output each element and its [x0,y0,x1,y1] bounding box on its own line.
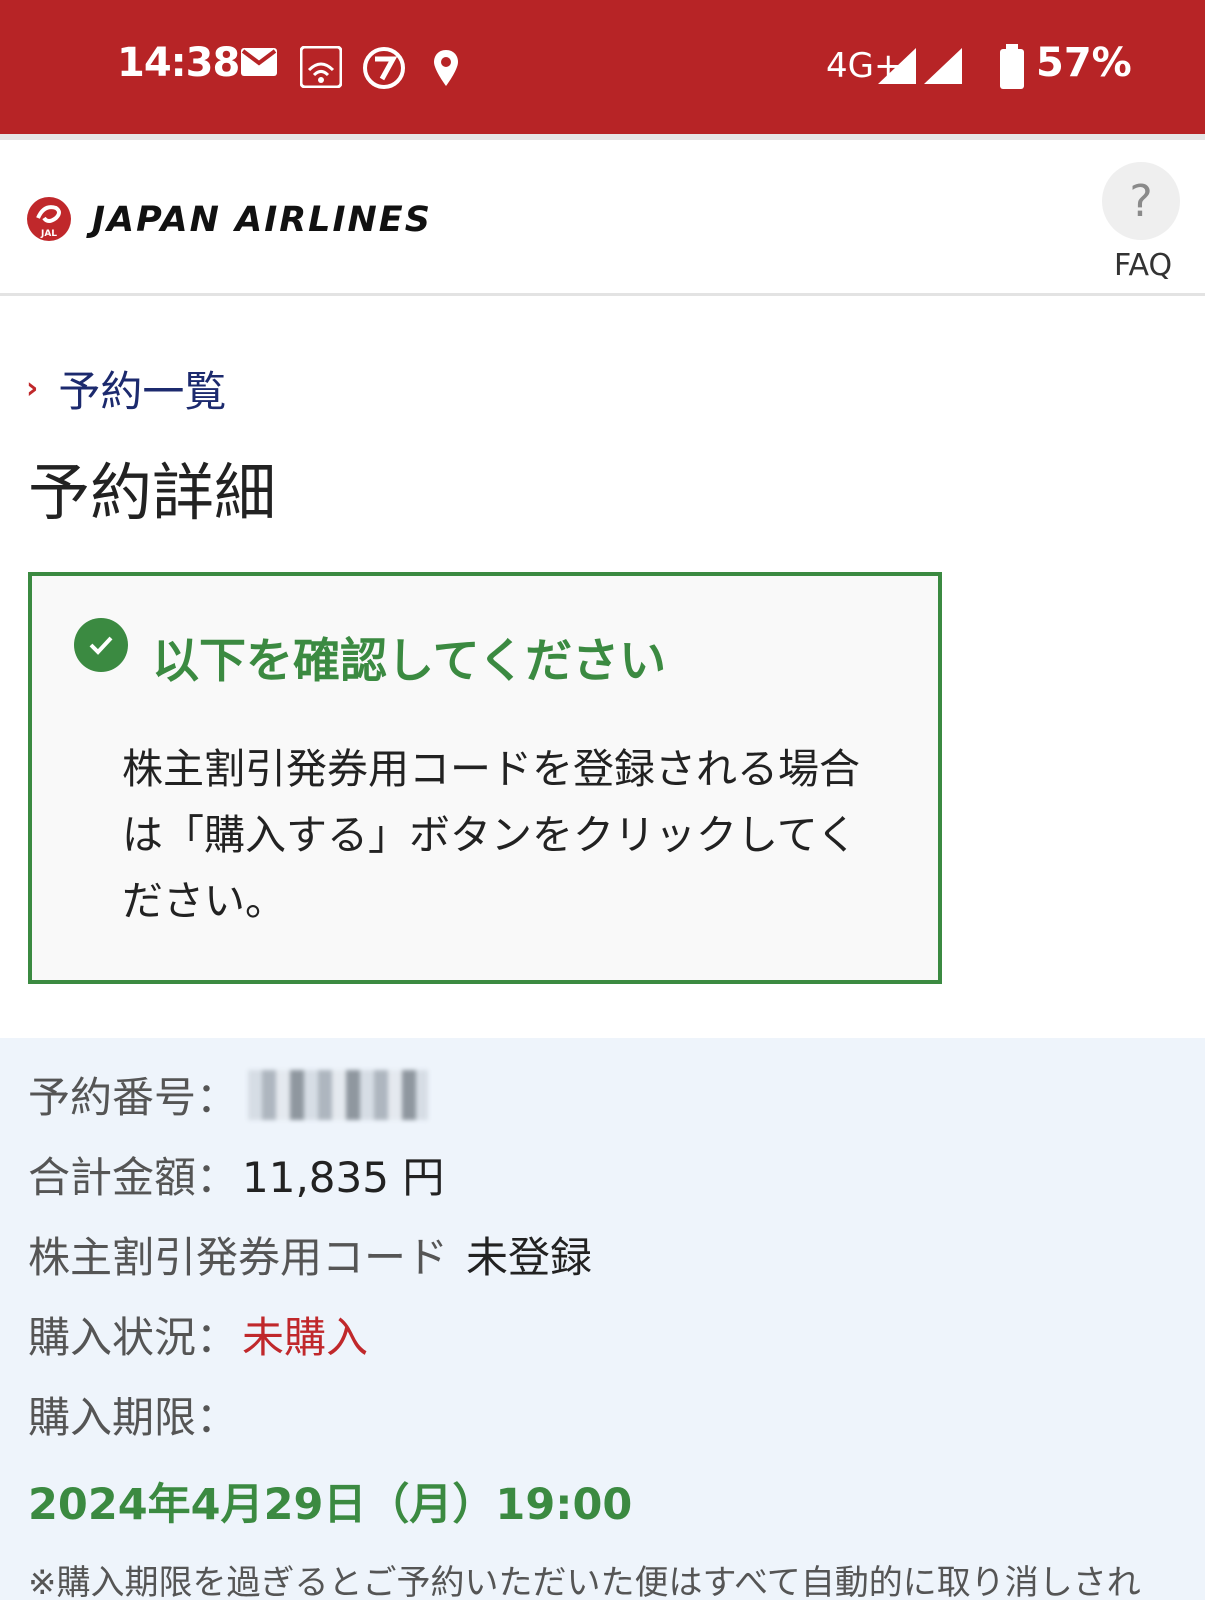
battery-icon [1000,44,1024,89]
reservation-number-redacted [248,1069,429,1120]
mail-icon [241,48,277,76]
svg-text:JAL: JAL [40,229,57,239]
notice-title: 以下を確認してください [152,634,667,689]
help-icon: ? [1129,175,1153,227]
brand-name[interactable]: JAPAN AIRLINES [92,200,432,240]
faq-button[interactable]: ? [1102,162,1180,240]
shareholder-code-row: 株主割引発券用コード 未登録 [28,1224,592,1285]
site-header: JAL JAPAN AIRLINES ? FAQ [0,134,1205,296]
jal-crane-logo[interactable]: JAL [26,196,72,242]
chevron-right-icon: › [26,371,39,406]
shareholder-code-label: 株主割引発券用コード [28,1233,449,1282]
au-wifi-icon [300,46,342,88]
purchase-deadline-label: 購入期限： [28,1393,239,1442]
purchase-deadline-row: 購入期限： [28,1384,238,1445]
status-bar: 14:38 4G+ 57% [0,0,1205,134]
notice-body: 株主割引発券用コードを登録される場合は「購入する」ボタンをクリックしてください。 [122,745,860,925]
check-circle-icon [74,618,128,672]
total-amount-value: 11,835 円 [242,1153,445,1202]
purchase-status-value: 未購入 [242,1313,369,1362]
cancellation-note: ※購入期限を過ぎるとご予約いただいた便はすべて自動的に取り消しされ [28,1563,1141,1603]
signal-icon [878,48,962,84]
breadcrumb: › 予約一覧 [26,358,226,419]
total-amount-row: 合計金額： 11,835 円 [28,1144,444,1205]
total-amount-label: 合計金額： [28,1153,239,1202]
battery-percent: 57% [1036,40,1132,86]
reservation-number-row: 予約番号： [28,1064,429,1125]
location-icon [434,50,458,86]
reservation-number-label: 予約番号： [28,1073,239,1122]
page-title: 予約詳細 [28,456,277,529]
shareholder-code-value: 未登録 [466,1233,593,1282]
notice-box: 以下を確認してください 株主割引発券用コードを登録される場合は「購入する」ボタン… [28,572,942,984]
purchase-status-label: 購入状況： [28,1313,239,1362]
faq-label[interactable]: FAQ [1114,248,1172,283]
breadcrumb-reservation-list-link[interactable]: 予約一覧 [58,358,226,419]
seven-eleven-icon [363,47,405,89]
status-time: 14:38 [117,40,240,86]
purchase-deadline-value: 2024年4月29日（月）19:00 [28,1480,633,1530]
purchase-status-row: 購入状況： 未購入 [28,1304,368,1365]
